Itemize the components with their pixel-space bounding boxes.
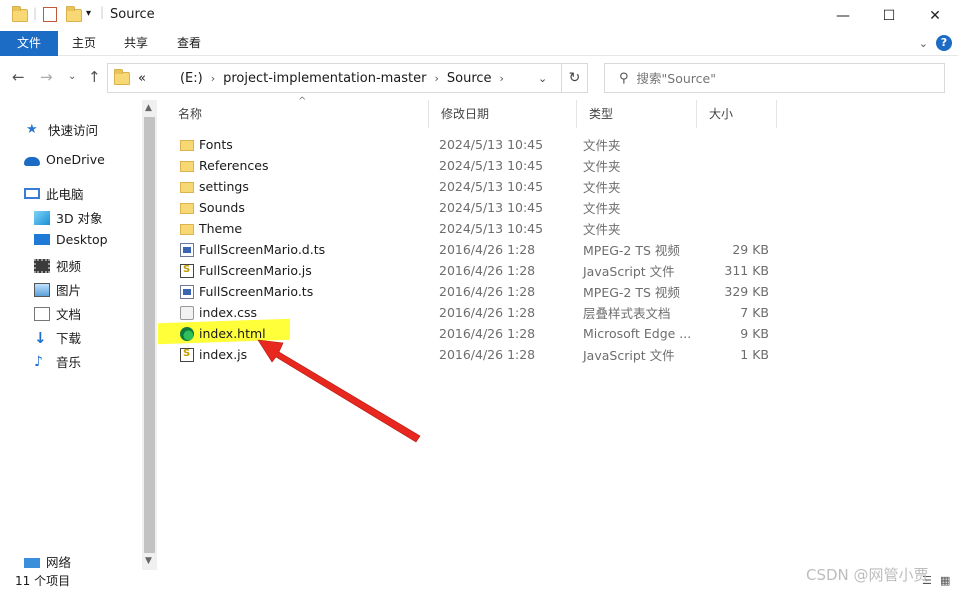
status-item-count: 11 个项目 (15, 574, 71, 588)
large-icons-view-icon[interactable]: ▦ (940, 574, 950, 587)
watermark: CSDN @网管小贾 (806, 566, 929, 584)
arrow-shape (257, 339, 421, 443)
annotation-arrow (257, 339, 421, 443)
